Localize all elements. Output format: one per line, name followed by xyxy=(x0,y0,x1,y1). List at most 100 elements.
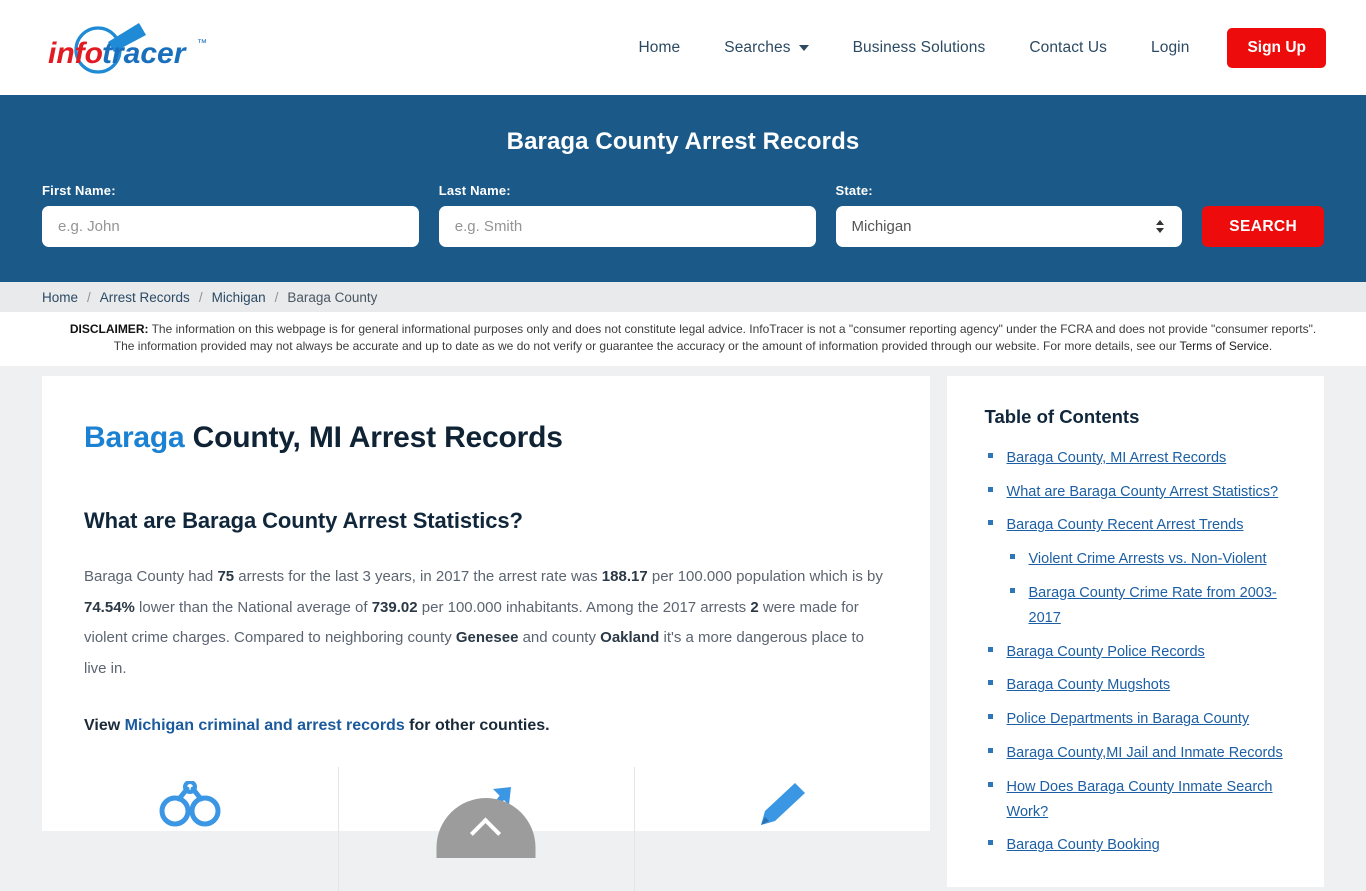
neighbor-county-2: Oakland xyxy=(600,629,660,647)
nav-item-home[interactable]: Home xyxy=(617,39,703,57)
view-records-line: View Michigan criminal and arrest record… xyxy=(84,717,888,735)
main-navigation: Home Searches Business Solutions Contact… xyxy=(617,27,1326,68)
handcuffs-icon xyxy=(159,780,221,827)
main-content-card: Baraga County, MI Arrest Records What ar… xyxy=(42,375,930,891)
disclaimer-text: The information on this webpage is for g… xyxy=(113,322,1317,354)
article-title-rest: County, MI Arrest Records xyxy=(184,420,563,454)
stat-arrest-rate: 188.17 xyxy=(601,567,648,585)
michigan-records-link[interactable]: Michigan criminal and arrest records xyxy=(125,717,405,734)
stat-percent-lower: 74.54% xyxy=(84,598,135,616)
nav-label-contact-us: Contact Us xyxy=(1029,38,1107,56)
breadcrumb-current: Baraga County xyxy=(287,289,378,305)
chevron-down-icon xyxy=(798,44,809,51)
toc-link[interactable]: How Does Baraga County Inmate Search Wor… xyxy=(1007,779,1273,820)
feature-col-records xyxy=(633,766,930,891)
stat-national-average: 739.02 xyxy=(371,598,418,616)
stat-arrest-count: 75 xyxy=(217,567,235,585)
toc-link[interactable]: Violent Crime Arrests vs. Non-Violent xyxy=(1029,551,1267,567)
nav-label-business-solutions: Business Solutions xyxy=(852,38,986,56)
list-item[interactable]: Baraga County Police Records xyxy=(985,640,1296,665)
toc-link[interactable]: Baraga County Recent Arrest Trends xyxy=(1007,517,1244,533)
state-select[interactable]: Michigan xyxy=(835,206,1183,247)
breadcrumb: Home / Arrest Records / Michigan / Barag… xyxy=(0,282,1366,312)
toc-link[interactable]: Police Departments in Baraga County xyxy=(1007,711,1250,727)
page-body: Baraga County, MI Arrest Records What ar… xyxy=(0,366,1366,891)
search-form: First Name: Last Name: State: Michigan S… xyxy=(0,156,1366,247)
first-name-input[interactable] xyxy=(42,206,419,247)
para-text: per 100.000 population which is by xyxy=(647,567,883,585)
chevron-up-icon xyxy=(470,817,502,849)
nav-label-login: Login xyxy=(1151,38,1190,56)
para-text: Baraga County had xyxy=(84,567,218,585)
svg-text:info: info xyxy=(48,37,103,70)
nav-item-business-solutions[interactable]: Business Solutions xyxy=(831,39,1008,57)
hero-search-panel: Baraga County Arrest Records First Name:… xyxy=(0,95,1366,282)
breadcrumb-home[interactable]: Home xyxy=(42,290,78,305)
breadcrumb-arrest-records[interactable]: Arrest Records xyxy=(100,290,190,305)
list-item[interactable]: Baraga County Crime Rate from 2003-2017 xyxy=(985,581,1296,631)
neighbor-county-1: Genesee xyxy=(455,629,519,647)
list-item[interactable]: How Does Baraga County Inmate Search Wor… xyxy=(985,775,1296,825)
pen-icon xyxy=(760,782,805,825)
state-field-group: State: Michigan xyxy=(835,183,1183,247)
nav-label-home: Home xyxy=(638,38,681,56)
section-heading-statistics: What are Baraga County Arrest Statistics… xyxy=(84,507,523,533)
first-name-label: First Name: xyxy=(42,183,116,198)
table-of-contents-card: Table of Contents Baraga County, MI Arre… xyxy=(946,375,1324,888)
para-text: and county xyxy=(518,629,601,647)
last-name-label: Last Name: xyxy=(438,183,511,198)
toc-title: Table of Contents xyxy=(984,405,1140,427)
para-text: per 100.000 inhabitants. Among the 2017 … xyxy=(417,598,751,616)
toc-link[interactable]: Baraga County, MI Arrest Records xyxy=(1007,450,1227,466)
list-item[interactable]: Violent Crime Arrests vs. Non-Violent xyxy=(985,547,1296,572)
toc-link[interactable]: Baraga County Mugshots xyxy=(1007,677,1171,693)
nav-item-searches[interactable]: Searches xyxy=(702,39,830,57)
site-header: info tracer ™ Home Searches Business Sol… xyxy=(0,0,1366,95)
breadcrumb-separator: / xyxy=(198,289,203,305)
nav-item-login[interactable]: Login xyxy=(1129,39,1211,57)
nav-label-searches: Searches xyxy=(724,38,791,56)
toc-link[interactable]: Baraga County,MI Jail and Inmate Records xyxy=(1007,745,1283,761)
disclaimer-label: DISCLAIMER: xyxy=(69,322,149,336)
nav-item-contact-us[interactable]: Contact Us xyxy=(1007,39,1129,57)
breadcrumb-separator: / xyxy=(274,289,279,305)
infotracer-logo: info tracer ™ xyxy=(42,18,217,78)
para-text: arrests for the last 3 years, in 2017 th… xyxy=(234,567,602,585)
search-button[interactable]: SEARCH xyxy=(1202,206,1324,247)
last-name-input[interactable] xyxy=(438,206,816,247)
list-item[interactable]: Baraga County Booking xyxy=(985,833,1296,858)
list-item[interactable]: Baraga County, MI Arrest Records xyxy=(985,446,1296,471)
terms-of-service-link[interactable]: Terms of Service xyxy=(1180,339,1269,353)
article-title: Baraga County, MI Arrest Records xyxy=(84,421,888,455)
toc-link[interactable]: Baraga County Booking xyxy=(1007,837,1160,853)
toc-list: Baraga County, MI Arrest Records What ar… xyxy=(985,446,1296,858)
sign-up-button[interactable]: Sign Up xyxy=(1227,27,1326,68)
list-item[interactable]: Baraga County Recent Arrest Trends xyxy=(985,513,1296,538)
list-item[interactable]: Baraga County Mugshots xyxy=(985,673,1296,698)
para-text: lower than the National average of xyxy=(134,598,372,616)
article-title-highlight: Baraga xyxy=(84,420,185,454)
select-spinner-icon xyxy=(1156,220,1165,233)
list-item[interactable]: Baraga County,MI Jail and Inmate Records xyxy=(985,741,1296,766)
svg-text:™: ™ xyxy=(197,38,207,49)
svg-text:tracer: tracer xyxy=(102,37,188,70)
stat-violent-count: 2 xyxy=(750,598,759,616)
state-selected-value: Michigan xyxy=(851,218,912,235)
view-prefix: View xyxy=(84,716,125,734)
breadcrumb-separator: / xyxy=(87,289,91,305)
statistics-paragraph: Baraga County had 75 arrests for the las… xyxy=(84,562,888,685)
toc-link[interactable]: Baraga County Police Records xyxy=(1007,644,1205,660)
logo-link[interactable]: info tracer ™ xyxy=(42,18,217,78)
page-title: Baraga County Arrest Records xyxy=(506,128,860,155)
view-suffix: for other counties. xyxy=(404,716,550,734)
feature-col-arrests xyxy=(42,767,338,831)
disclaimer-banner: DISCLAIMER: The information on this webp… xyxy=(0,312,1366,366)
list-item[interactable]: What are Baraga County Arrest Statistics… xyxy=(985,480,1296,505)
toc-link[interactable]: Baraga County Crime Rate from 2003-2017 xyxy=(1029,585,1277,626)
state-label: State: xyxy=(835,183,873,198)
breadcrumb-michigan[interactable]: Michigan xyxy=(212,290,266,305)
toc-link[interactable]: What are Baraga County Arrest Statistics… xyxy=(1007,484,1279,500)
list-item[interactable]: Police Departments in Baraga County xyxy=(985,707,1296,732)
first-name-field-group: First Name: xyxy=(42,183,419,247)
disclaimer-period: . xyxy=(1268,339,1273,354)
